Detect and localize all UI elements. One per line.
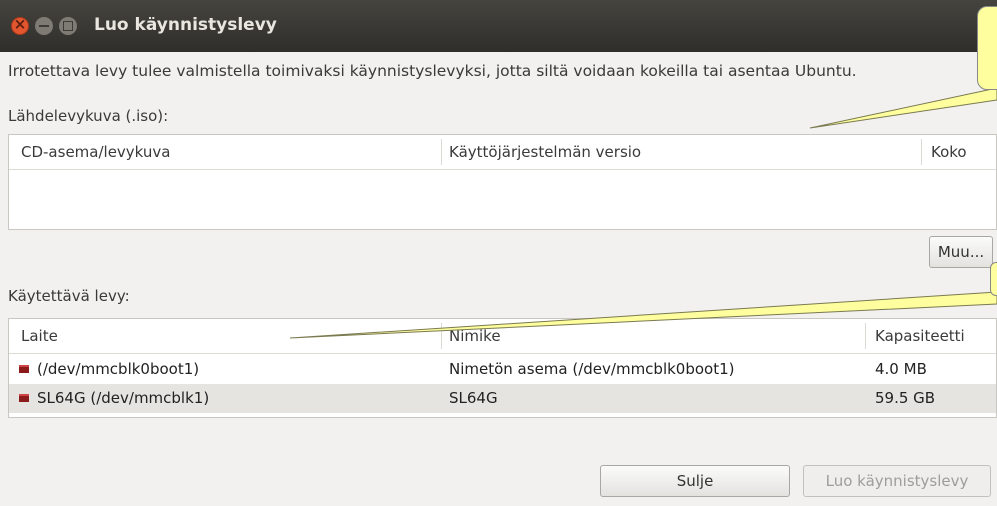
callout-pointer-top bbox=[809, 87, 997, 129]
callout-pointers bbox=[289, 87, 997, 339]
callout-box-bottom bbox=[990, 262, 997, 296]
callout-pointer-bottom bbox=[289, 291, 997, 339]
callout-box-top bbox=[977, 6, 997, 90]
